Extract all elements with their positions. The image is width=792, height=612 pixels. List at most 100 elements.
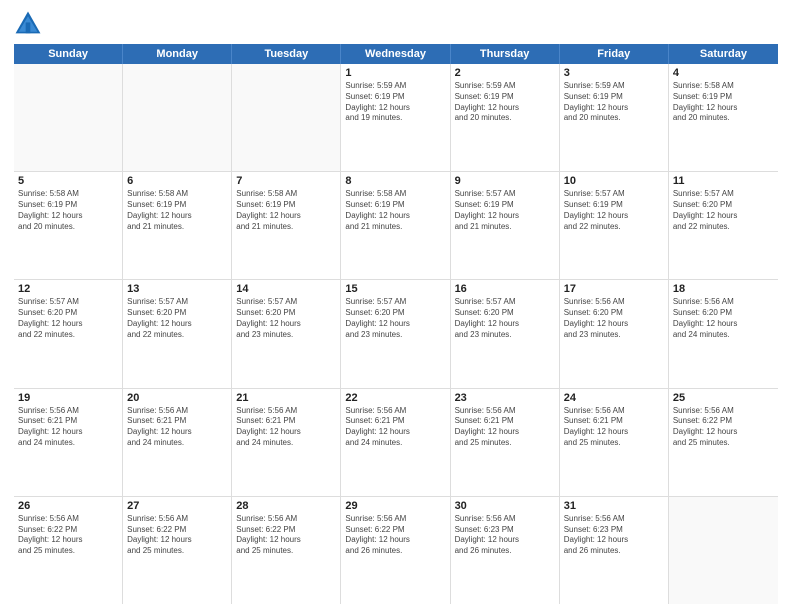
calendar-day-26: 26 Sunrise: 5:56 AM Sunset: 6:22 PM Dayli… bbox=[14, 497, 123, 604]
day-number: 25 bbox=[673, 392, 774, 404]
weekday-header-wednesday: Wednesday bbox=[341, 44, 450, 64]
day-info: Sunrise: 5:56 AM Sunset: 6:20 PM Dayligh… bbox=[564, 297, 664, 340]
calendar-day-5: 5 Sunrise: 5:58 AM Sunset: 6:19 PM Daylig… bbox=[14, 172, 123, 279]
calendar-day-empty bbox=[232, 64, 341, 171]
calendar-day-16: 16Sunrise: 5:57 AM Sunset: 6:20 PM Dayli… bbox=[451, 280, 560, 387]
day-number: 18 bbox=[673, 283, 774, 295]
day-number: 17 bbox=[564, 283, 664, 295]
day-number: 22 bbox=[345, 392, 445, 404]
day-info: Sunrise: 5:56 AM Sunset: 6:21 PM Dayligh… bbox=[455, 406, 555, 449]
calendar-day-9: 9 Sunrise: 5:57 AM Sunset: 6:19 PM Daylig… bbox=[451, 172, 560, 279]
day-info: Sunrise: 5:59 AM Sunset: 6:19 PM Dayligh… bbox=[455, 81, 555, 124]
day-info: Sunrise: 5:57 AM Sunset: 6:20 PM Dayligh… bbox=[345, 297, 445, 340]
day-info: Sunrise: 5:58 AM Sunset: 6:19 PM Dayligh… bbox=[345, 189, 445, 232]
day-info: Sunrise: 5:56 AM Sunset: 6:22 PM Dayligh… bbox=[18, 514, 118, 557]
calendar-day-22: 22 Sunrise: 5:56 AM Sunset: 6:21 PM Dayli… bbox=[341, 389, 450, 496]
calendar-day-4: 4Sunrise: 5:58 AM Sunset: 6:19 PM Daylig… bbox=[669, 64, 778, 171]
calendar-day-10: 10 Sunrise: 5:57 AM Sunset: 6:19 PM Dayli… bbox=[560, 172, 669, 279]
calendar-day-31: 31 Sunrise: 5:56 AM Sunset: 6:23 PM Dayli… bbox=[560, 497, 669, 604]
calendar-week-4: 19 Sunrise: 5:56 AM Sunset: 6:21 PM Dayli… bbox=[14, 389, 778, 497]
day-number: 6 bbox=[127, 175, 227, 187]
day-number: 5 bbox=[18, 175, 118, 187]
day-info: Sunrise: 5:57 AM Sunset: 6:19 PM Dayligh… bbox=[564, 189, 664, 232]
day-info: Sunrise: 5:58 AM Sunset: 6:19 PM Dayligh… bbox=[18, 189, 118, 232]
calendar-day-7: 7 Sunrise: 5:58 AM Sunset: 6:19 PM Daylig… bbox=[232, 172, 341, 279]
day-info: Sunrise: 5:56 AM Sunset: 6:20 PM Dayligh… bbox=[673, 297, 774, 340]
day-number: 27 bbox=[127, 500, 227, 512]
calendar-day-19: 19 Sunrise: 5:56 AM Sunset: 6:21 PM Dayli… bbox=[14, 389, 123, 496]
calendar-body: 1 Sunrise: 5:59 AM Sunset: 6:19 PM Daylig… bbox=[14, 64, 778, 604]
calendar-week-5: 26 Sunrise: 5:56 AM Sunset: 6:22 PM Dayli… bbox=[14, 497, 778, 604]
calendar-day-18: 18 Sunrise: 5:56 AM Sunset: 6:20 PM Dayli… bbox=[669, 280, 778, 387]
calendar-week-2: 5 Sunrise: 5:58 AM Sunset: 6:19 PM Daylig… bbox=[14, 172, 778, 280]
day-info: Sunrise: 5:56 AM Sunset: 6:22 PM Dayligh… bbox=[345, 514, 445, 557]
calendar-day-empty bbox=[669, 497, 778, 604]
day-number: 7 bbox=[236, 175, 336, 187]
weekday-header-friday: Friday bbox=[560, 44, 669, 64]
calendar-day-6: 6 Sunrise: 5:58 AM Sunset: 6:19 PM Daylig… bbox=[123, 172, 232, 279]
logo-icon bbox=[14, 10, 42, 38]
day-number: 11 bbox=[673, 175, 774, 187]
day-number: 24 bbox=[564, 392, 664, 404]
day-number: 8 bbox=[345, 175, 445, 187]
calendar-day-15: 15 Sunrise: 5:57 AM Sunset: 6:20 PM Dayli… bbox=[341, 280, 450, 387]
day-info: Sunrise: 5:58 AM Sunset: 6:19 PM Dayligh… bbox=[127, 189, 227, 232]
day-info: Sunrise: 5:59 AM Sunset: 6:19 PM Dayligh… bbox=[564, 81, 664, 124]
day-info: Sunrise: 5:56 AM Sunset: 6:22 PM Dayligh… bbox=[236, 514, 336, 557]
day-info: Sunrise: 5:56 AM Sunset: 6:21 PM Dayligh… bbox=[236, 406, 336, 449]
day-info: Sunrise: 5:56 AM Sunset: 6:21 PM Dayligh… bbox=[127, 406, 227, 449]
day-number: 31 bbox=[564, 500, 664, 512]
calendar-day-2: 2 Sunrise: 5:59 AM Sunset: 6:19 PM Daylig… bbox=[451, 64, 560, 171]
day-info: Sunrise: 5:56 AM Sunset: 6:22 PM Dayligh… bbox=[127, 514, 227, 557]
day-number: 15 bbox=[345, 283, 445, 295]
calendar-day-20: 20 Sunrise: 5:56 AM Sunset: 6:21 PM Dayli… bbox=[123, 389, 232, 496]
calendar-week-1: 1 Sunrise: 5:59 AM Sunset: 6:19 PM Daylig… bbox=[14, 64, 778, 172]
day-info: Sunrise: 5:58 AM Sunset: 6:19 PM Dayligh… bbox=[236, 189, 336, 232]
calendar-day-13: 13Sunrise: 5:57 AM Sunset: 6:20 PM Dayli… bbox=[123, 280, 232, 387]
day-info: Sunrise: 5:56 AM Sunset: 6:21 PM Dayligh… bbox=[345, 406, 445, 449]
day-info: Sunrise: 5:56 AM Sunset: 6:21 PM Dayligh… bbox=[18, 406, 118, 449]
day-number: 4 bbox=[673, 67, 774, 79]
day-number: 1 bbox=[345, 67, 445, 79]
calendar-day-28: 28 Sunrise: 5:56 AM Sunset: 6:22 PM Dayli… bbox=[232, 497, 341, 604]
calendar-day-23: 23 Sunrise: 5:56 AM Sunset: 6:21 PM Dayli… bbox=[451, 389, 560, 496]
weekday-header-saturday: Saturday bbox=[669, 44, 778, 64]
calendar-day-8: 8 Sunrise: 5:58 AM Sunset: 6:19 PM Daylig… bbox=[341, 172, 450, 279]
calendar-day-12: 12 Sunrise: 5:57 AM Sunset: 6:20 PM Dayli… bbox=[14, 280, 123, 387]
header bbox=[14, 10, 778, 38]
calendar-header: SundayMondayTuesdayWednesdayThursdayFrid… bbox=[14, 44, 778, 64]
day-number: 2 bbox=[455, 67, 555, 79]
calendar-day-17: 17 Sunrise: 5:56 AM Sunset: 6:20 PM Dayli… bbox=[560, 280, 669, 387]
day-info: Sunrise: 5:56 AM Sunset: 6:22 PM Dayligh… bbox=[673, 406, 774, 449]
day-number: 10 bbox=[564, 175, 664, 187]
day-number: 20 bbox=[127, 392, 227, 404]
day-info: Sunrise: 5:59 AM Sunset: 6:19 PM Dayligh… bbox=[345, 81, 445, 124]
day-info: Sunrise: 5:56 AM Sunset: 6:23 PM Dayligh… bbox=[564, 514, 664, 557]
day-number: 19 bbox=[18, 392, 118, 404]
day-info: Sunrise: 5:57 AM Sunset: 6:20 PM Dayligh… bbox=[673, 189, 774, 232]
day-info: Sunrise: 5:57 AM Sunset: 6:20 PM Dayligh… bbox=[18, 297, 118, 340]
day-number: 29 bbox=[345, 500, 445, 512]
day-info: Sunrise: 5:57 AM Sunset: 6:20 PM Dayligh… bbox=[455, 297, 555, 340]
weekday-header-tuesday: Tuesday bbox=[232, 44, 341, 64]
calendar-day-30: 30 Sunrise: 5:56 AM Sunset: 6:23 PM Dayli… bbox=[451, 497, 560, 604]
day-number: 28 bbox=[236, 500, 336, 512]
day-number: 30 bbox=[455, 500, 555, 512]
weekday-header-monday: Monday bbox=[123, 44, 232, 64]
calendar-day-11: 11 Sunrise: 5:57 AM Sunset: 6:20 PM Dayli… bbox=[669, 172, 778, 279]
calendar-day-1: 1 Sunrise: 5:59 AM Sunset: 6:19 PM Daylig… bbox=[341, 64, 450, 171]
day-info: Sunrise: 5:56 AM Sunset: 6:21 PM Dayligh… bbox=[564, 406, 664, 449]
calendar: SundayMondayTuesdayWednesdayThursdayFrid… bbox=[14, 44, 778, 604]
day-number: 26 bbox=[18, 500, 118, 512]
calendar-day-14: 14Sunrise: 5:57 AM Sunset: 6:20 PM Dayli… bbox=[232, 280, 341, 387]
calendar-day-25: 25 Sunrise: 5:56 AM Sunset: 6:22 PM Dayli… bbox=[669, 389, 778, 496]
day-info: Sunrise: 5:57 AM Sunset: 6:20 PM Dayligh… bbox=[236, 297, 336, 340]
day-info: Sunrise: 5:56 AM Sunset: 6:23 PM Dayligh… bbox=[455, 514, 555, 557]
calendar-day-21: 21Sunrise: 5:56 AM Sunset: 6:21 PM Dayli… bbox=[232, 389, 341, 496]
day-number: 12 bbox=[18, 283, 118, 295]
day-info: Sunrise: 5:57 AM Sunset: 6:19 PM Dayligh… bbox=[455, 189, 555, 232]
calendar-week-3: 12 Sunrise: 5:57 AM Sunset: 6:20 PM Dayli… bbox=[14, 280, 778, 388]
day-number: 9 bbox=[455, 175, 555, 187]
day-number: 23 bbox=[455, 392, 555, 404]
logo bbox=[14, 10, 46, 38]
